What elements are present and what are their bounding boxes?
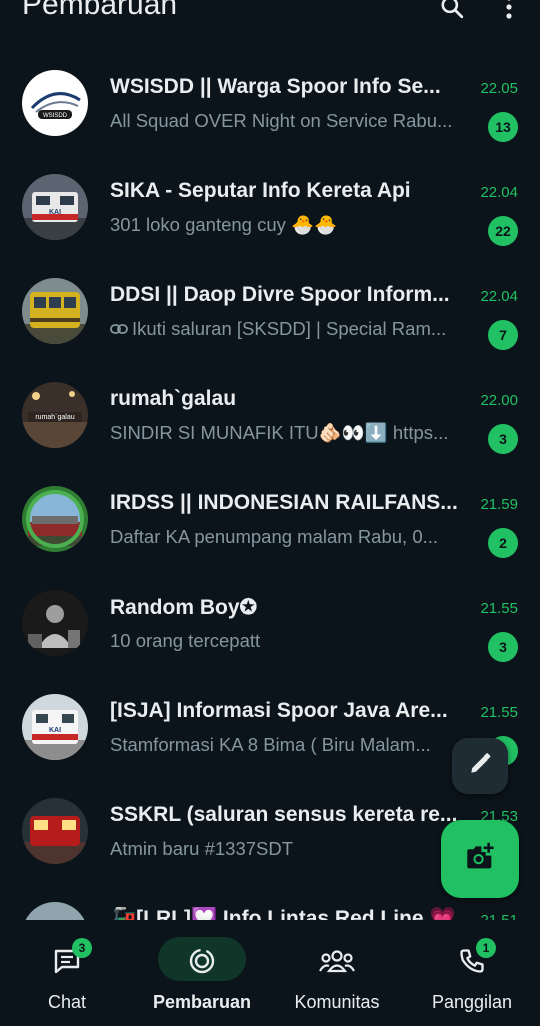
channel-time: 22.04 bbox=[480, 288, 518, 305]
channel-name: SIKA - Seputar Info Kereta Api bbox=[110, 179, 411, 202]
unread-badge: 7 bbox=[488, 320, 518, 350]
channel-time: 21.55 bbox=[480, 600, 518, 617]
app-header: Pembaruan bbox=[0, 0, 540, 40]
channel-time: 21.55 bbox=[480, 704, 518, 721]
channel-name: WSISDD || Warga Spoor Info Se... bbox=[110, 75, 441, 98]
chat-badge: 3 bbox=[72, 938, 92, 958]
channel-avatar bbox=[22, 278, 88, 344]
community-icon bbox=[314, 938, 360, 984]
unread-badge: 22 bbox=[488, 216, 518, 246]
channel-time: 22.04 bbox=[480, 184, 518, 201]
channel-name: IRDSS || INDONESIAN RAILFANS... bbox=[110, 491, 458, 514]
bottom-nav: 3 Chat Pembaruan Komunitas 1 Panggilan bbox=[0, 920, 540, 1026]
avatar-text: KAI bbox=[49, 209, 61, 216]
pencil-icon bbox=[467, 751, 493, 782]
unread-badge: 3 bbox=[488, 424, 518, 454]
nav-label: Pembaruan bbox=[152, 992, 252, 1012]
status-icon bbox=[179, 938, 225, 984]
channel-time: 21.51 bbox=[480, 912, 518, 920]
channel-item[interactable]: rumah`galau rumah`galau SINDIR SI MUNAFI… bbox=[0, 348, 540, 454]
nav-label: Chat bbox=[47, 992, 87, 1012]
channel-preview: Atmin baru #1337SDT bbox=[110, 838, 294, 859]
link-icon bbox=[110, 318, 128, 340]
avatar-text: KAI bbox=[49, 727, 61, 734]
channel-item[interactable]: Random Boy✪ 10 orang tercepatt 21.55 3 bbox=[0, 556, 540, 662]
channel-preview: 10 orang tercepatt bbox=[110, 630, 261, 651]
nav-item-pembaruan[interactable]: Pembaruan bbox=[134, 920, 270, 1026]
channel-name: rumah`galau bbox=[110, 387, 237, 410]
channel-name: SSKRL (saluran sensus kereta re... bbox=[110, 803, 458, 826]
calls-badge: 1 bbox=[476, 938, 496, 958]
more-vert-icon[interactable] bbox=[494, 0, 524, 22]
unread-badge: 13 bbox=[488, 112, 518, 142]
nav-item-panggilan[interactable]: 1 Panggilan bbox=[404, 920, 540, 1026]
channel-preview: Daftar KA penumpang malam Rabu, 0... bbox=[110, 526, 439, 547]
channel-preview: Stamformasi KA 8 Bima ( Biru Malam... bbox=[110, 734, 431, 755]
unread-badge: 2 bbox=[488, 528, 518, 558]
camera-plus-icon bbox=[463, 840, 497, 879]
channel-avatar bbox=[22, 486, 88, 552]
unread-badge: 3 bbox=[488, 632, 518, 662]
edit-fab-button[interactable] bbox=[452, 738, 508, 794]
channel-avatar bbox=[22, 590, 88, 656]
channel-avatar bbox=[22, 902, 88, 920]
channel-preview: SINDIR SI MUNAFIK ITU🫵🏻👀⬇️ https... bbox=[110, 422, 449, 443]
nav-item-komunitas[interactable]: Komunitas bbox=[270, 920, 404, 1026]
channel-avatar: WSISDD bbox=[22, 70, 88, 136]
channel-preview: 301 loko ganteng cuy 🐣🐣 bbox=[110, 214, 338, 235]
channel-time: 21.59 bbox=[480, 496, 518, 513]
nav-item-chat[interactable]: 3 Chat bbox=[0, 920, 134, 1026]
channel-avatar: rumah`galau bbox=[22, 382, 88, 448]
channel-time: 22.05 bbox=[480, 80, 518, 97]
channel-avatar: KAI bbox=[22, 694, 88, 760]
search-icon[interactable] bbox=[437, 0, 467, 22]
avatar-text: WSISDD bbox=[43, 113, 68, 119]
channel-item[interactable]: DDSI || Daop Divre Spoor Inform... Ikuti… bbox=[0, 244, 540, 350]
channel-name: 🚂[LRL]💟 Info Lintas Red Line 💗 bbox=[110, 907, 456, 920]
nav-label: Panggilan bbox=[431, 992, 513, 1012]
nav-label: Komunitas bbox=[294, 992, 380, 1012]
camera-fab-button[interactable] bbox=[441, 820, 519, 898]
avatar-text: rumah`galau bbox=[35, 414, 74, 421]
channel-preview-text: Ikuti saluran [SKSDD] | Special Ram... bbox=[132, 318, 447, 339]
page-title: Pembaruan bbox=[22, 0, 178, 21]
channel-name: Random Boy✪ bbox=[110, 596, 258, 619]
channel-preview: Ikuti saluran [SKSDD] | Special Ram... bbox=[110, 318, 472, 340]
channel-name: DDSI || Daop Divre Spoor Inform... bbox=[110, 283, 450, 306]
channel-avatar: KAI bbox=[22, 174, 88, 240]
channel-avatar bbox=[22, 798, 88, 864]
channel-item[interactable]: IRDSS || INDONESIAN RAILFANS... Daftar K… bbox=[0, 452, 540, 558]
channel-preview: All Squad OVER Night on Service Rabu... bbox=[110, 110, 453, 131]
channel-time: 22.00 bbox=[480, 392, 518, 409]
channel-item[interactable]: WSISDD WSISDD || Warga Spoor Info Se... … bbox=[0, 36, 540, 142]
channel-item[interactable]: KAI SIKA - Seputar Info Kereta Api 301 l… bbox=[0, 140, 540, 246]
channel-name: [ISJA] Informasi Spoor Java Are... bbox=[110, 699, 448, 722]
